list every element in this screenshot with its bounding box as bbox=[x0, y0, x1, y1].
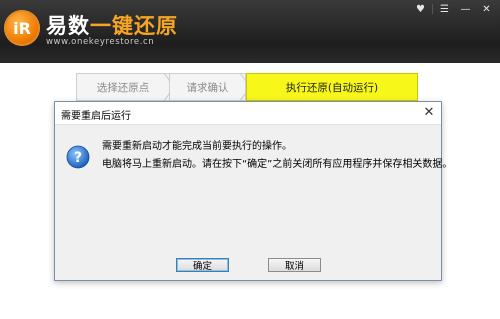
dialog-message-line1: 需要重新启动才能完成当前要执行的操作。 bbox=[102, 141, 292, 152]
svg-text:?: ? bbox=[74, 150, 82, 166]
close-icon[interactable]: ✕ bbox=[477, 2, 496, 16]
app-title-part2: 一键还原 bbox=[90, 14, 178, 38]
dialog-titlebar: 需要重启后运行 ✕ bbox=[55, 102, 441, 125]
step-select-restore-point: 选择还原点 bbox=[76, 73, 170, 101]
step-bar: 选择还原点 请求确认 执行还原(自动运行) bbox=[76, 73, 418, 101]
dialog-message-line2: 电脑将马上重新启动。请在按下“确定”之前关闭所有应用程序并保存相关数据。 bbox=[102, 159, 453, 170]
step-request-confirm: 请求确认 bbox=[170, 73, 246, 101]
question-icon: ? bbox=[66, 145, 90, 169]
step-execute-restore: 执行还原(自动运行) bbox=[246, 73, 418, 101]
divider bbox=[432, 4, 433, 14]
app-title: 易数一键还原 bbox=[46, 10, 178, 40]
app-header: iR 易数一键还原 www.onekeyrestore.cn ♥ ☰ — ✕ bbox=[0, 0, 500, 63]
skin-icon[interactable]: ♥ bbox=[411, 2, 430, 16]
minimize-icon[interactable]: — bbox=[456, 2, 475, 16]
app-logo-icon: iR bbox=[4, 10, 40, 46]
app-title-part1: 易数 bbox=[46, 14, 90, 38]
dialog-title: 需要重启后运行 bbox=[61, 111, 131, 122]
close-icon[interactable]: ✕ bbox=[421, 104, 437, 120]
window-controls: ♥ ☰ — ✕ bbox=[411, 2, 496, 16]
ok-button[interactable]: 确定 bbox=[176, 258, 229, 272]
menu-icon[interactable]: ☰ bbox=[435, 2, 454, 16]
app-url: www.onekeyrestore.cn bbox=[46, 37, 155, 47]
restart-dialog: 需要重启后运行 ✕ ? 需要重新启动才能完成当前要执行的操作。 电脑将马上重新启… bbox=[54, 101, 452, 281]
cancel-button[interactable]: 取消 bbox=[268, 258, 321, 272]
